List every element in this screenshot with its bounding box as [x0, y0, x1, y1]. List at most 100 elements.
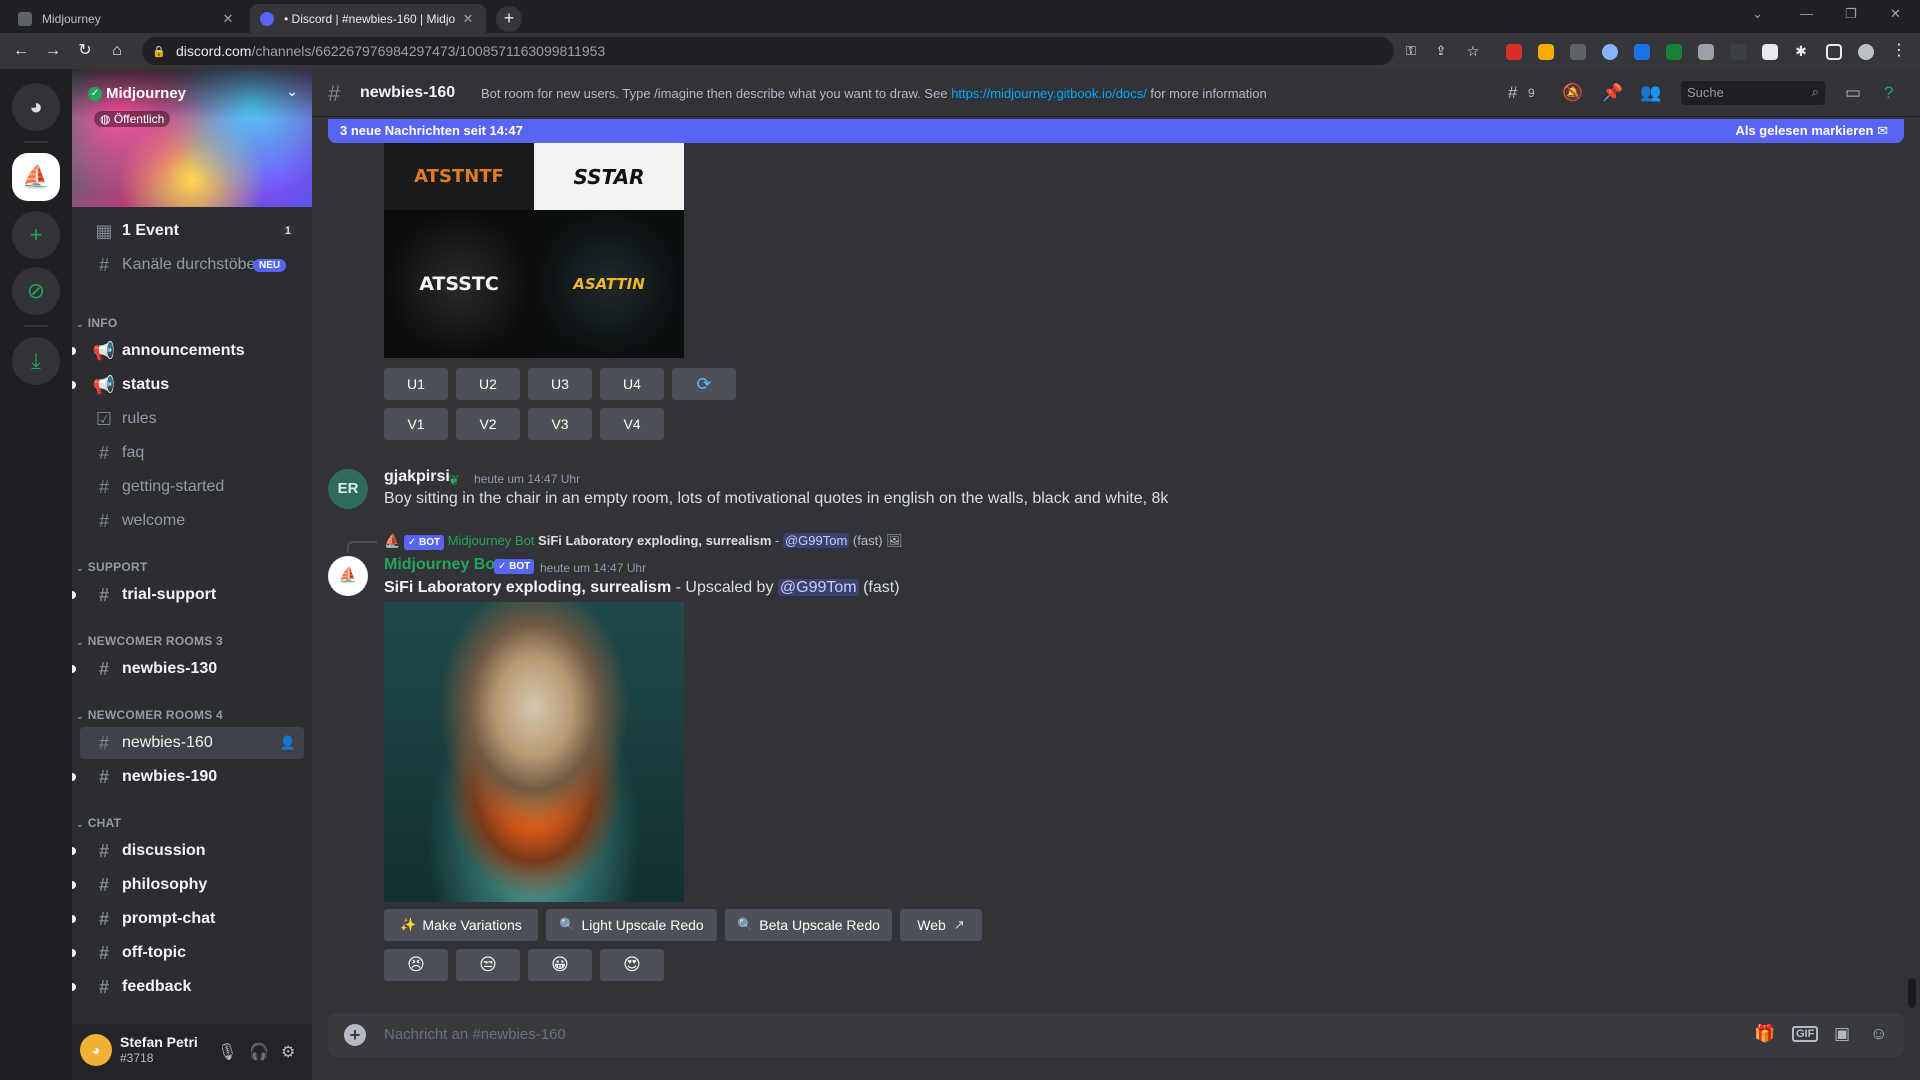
message-scrollbar[interactable] — [1908, 978, 1916, 1008]
sticker-icon[interactable]: ▣ — [1834, 1024, 1850, 1044]
extension-icon[interactable] — [1538, 44, 1554, 60]
category-info[interactable]: ⌄ INFO — [76, 316, 117, 330]
upscaled-image[interactable] — [384, 602, 684, 902]
create-invite-icon[interactable]: 👤 — [280, 735, 296, 751]
extension-icon[interactable] — [1602, 44, 1618, 60]
sidebar-item-trial-support[interactable]: # trial-support — [72, 579, 304, 611]
download-apps-icon[interactable]: ⤓ — [12, 337, 60, 385]
explore-servers-icon[interactable]: ⊘ — [12, 267, 60, 315]
key-icon[interactable]: ⚿ — [1400, 40, 1422, 62]
side-panel-icon[interactable] — [1826, 44, 1842, 60]
search-input[interactable]: Suche ⌕ — [1681, 81, 1825, 105]
sidebar-item-getting-started[interactable]: # getting-started — [80, 471, 304, 503]
variation-3-button[interactable]: V3 — [528, 408, 592, 440]
reaction-button[interactable]: 😣 — [384, 949, 448, 981]
discord-home-icon[interactable]: ◕ — [12, 83, 60, 131]
chevron-down-icon[interactable]: ⌄ — [286, 83, 298, 100]
extension-icon[interactable] — [1730, 44, 1746, 60]
notification-muted-icon[interactable]: 🔕 — [1562, 83, 1583, 103]
reaction-button[interactable]: 😍 — [600, 949, 664, 981]
sidebar-item-rules[interactable]: ☑ rules — [80, 403, 304, 435]
upload-plus-icon[interactable]: + — [344, 1024, 366, 1046]
add-server-icon[interactable]: + — [12, 211, 60, 259]
sidebar-item-discussion[interactable]: # discussion — [72, 835, 304, 867]
profile-avatar-icon[interactable] — [1858, 44, 1874, 60]
new-messages-bar[interactable]: 3 neue Nachrichten seit 14:47 Als gelese… — [328, 119, 1904, 143]
headphones-icon[interactable]: 🎧 — [249, 1042, 269, 1062]
download-extension-icon[interactable] — [1666, 44, 1682, 60]
close-tab-icon[interactable]: ✕ — [220, 11, 236, 27]
bookmark-star-icon[interactable]: ☆ — [1462, 40, 1484, 62]
user-name[interactable]: Stefan Petri — [120, 1034, 198, 1050]
adblock-extension-icon[interactable] — [1506, 44, 1522, 60]
server-banner[interactable]: ✓ Midjourney ⌄ ◍ Öffentlich — [72, 69, 312, 207]
category-newcomer-rooms-3[interactable]: ⌄ NEWCOMER ROOMS 3 — [76, 634, 223, 648]
browser-menu-icon[interactable]: ⋮ — [1888, 40, 1910, 62]
extension-icon[interactable] — [1634, 44, 1650, 60]
docs-link[interactable]: https://midjourney.gitbook.io/docs/ — [951, 86, 1147, 101]
home-icon[interactable]: ⌂ — [106, 40, 128, 62]
gear-icon[interactable]: ⚙ — [281, 1042, 295, 1062]
reroll-button[interactable]: ⟳ — [672, 368, 736, 400]
share-icon[interactable]: ⇪ — [1430, 40, 1452, 62]
category-support[interactable]: ⌄ SUPPORT — [76, 560, 147, 574]
mute-microphone-icon[interactable]: 🎙 — [217, 1042, 237, 1062]
sidebar-item-announcements[interactable]: 📢 announcements — [72, 335, 304, 367]
tab-search-icon[interactable]: ⌄ — [1752, 6, 1763, 22]
midjourney-server-icon[interactable]: ⛵ — [12, 153, 60, 201]
light-upscale-redo-button[interactable]: 🔍 Light Upscale Redo — [546, 909, 717, 941]
variation-1-button[interactable]: V1 — [384, 408, 448, 440]
category-newcomer-rooms-4[interactable]: ⌄ NEWCOMER ROOMS 4 — [76, 708, 223, 722]
upscale-2-button[interactable]: U2 — [456, 368, 520, 400]
sidebar-item-philosophy[interactable]: # philosophy — [72, 869, 304, 901]
sidebar-item-browse-channels[interactable]: # Kanäle durchstöbern NEU — [80, 249, 304, 281]
upscale-4-button[interactable]: U4 — [600, 368, 664, 400]
category-chat[interactable]: ⌄ CHAT — [76, 816, 121, 830]
gif-picker-icon[interactable]: GIF — [1792, 1026, 1819, 1042]
midjourney-bot-avatar[interactable]: ⛵ — [328, 556, 368, 596]
extensions-puzzle-icon[interactable]: ✱ — [1790, 40, 1812, 62]
help-icon[interactable]: ? — [1884, 83, 1893, 103]
sidebar-item-events[interactable]: ▦ 1 Event 1 — [80, 215, 304, 247]
member-list-icon[interactable]: 👥 — [1640, 83, 1661, 103]
sidebar-item-welcome[interactable]: # welcome — [80, 505, 304, 537]
message-author[interactable]: Midjourney Bot — [384, 556, 500, 574]
message-composer[interactable]: + Nachricht an #newbies-160 🎁 GIF ▣ ☺ — [328, 1013, 1904, 1057]
new-tab-button[interactable]: + — [496, 6, 522, 32]
restore-icon[interactable]: ❐ — [1845, 6, 1857, 22]
back-icon[interactable]: ← — [10, 40, 32, 62]
sidebar-item-newbies-190[interactable]: # newbies-190 — [72, 761, 304, 793]
server-name[interactable]: ✓ Midjourney — [88, 85, 186, 102]
sidebar-item-prompt-chat[interactable]: # prompt-chat — [72, 903, 304, 935]
sidebar-item-off-topic[interactable]: # off-topic — [72, 937, 304, 969]
variation-2-button[interactable]: V2 — [456, 408, 520, 440]
message-author[interactable]: gjakpirsi — [384, 468, 450, 486]
minimize-icon[interactable]: — — [1800, 6, 1813, 21]
mark-as-read-button[interactable]: Als gelesen markieren ✉ — [1735, 123, 1888, 139]
camera-extension-icon[interactable] — [1762, 44, 1778, 60]
address-bar[interactable]: 🔒 discord.com/channels/66226797698429747… — [142, 37, 1394, 65]
close-window-icon[interactable]: ✕ — [1890, 6, 1901, 22]
avatar[interactable]: ER — [328, 469, 368, 509]
reaction-button[interactable]: 😀 — [528, 949, 592, 981]
sidebar-item-newbies-160[interactable]: # newbies-160 👤 — [80, 727, 304, 759]
upscale-3-button[interactable]: U3 — [528, 368, 592, 400]
threads-icon[interactable]: # — [1508, 83, 1517, 103]
reload-icon[interactable]: ↻ — [74, 40, 96, 62]
inbox-icon[interactable]: ▭ — [1845, 83, 1861, 103]
extension-icon[interactable] — [1698, 44, 1714, 60]
sidebar-item-newbies-130[interactable]: # newbies-130 — [72, 653, 304, 685]
sidebar-item-faq[interactable]: # faq — [80, 437, 304, 469]
generated-image-grid[interactable]: ATSTNTF SSTAR ATSSTC ASATTIN — [384, 143, 684, 358]
emoji-picker-icon[interactable]: ☺ — [1870, 1024, 1887, 1044]
user-mention[interactable]: @G99Tom — [777, 579, 859, 596]
make-variations-button[interactable]: ✨ Make Variations — [384, 909, 538, 941]
upscale-1-button[interactable]: U1 — [384, 368, 448, 400]
message-input[interactable]: Nachricht an #newbies-160 — [384, 1026, 566, 1043]
extension-icon[interactable] — [1570, 44, 1586, 60]
browser-tab-midjourney[interactable]: Midjourney ✕ — [8, 4, 246, 33]
avatar[interactable]: ◕ — [80, 1034, 112, 1066]
pinned-messages-icon[interactable]: 📌 — [1602, 83, 1623, 103]
sidebar-item-feedback[interactable]: # feedback — [72, 971, 304, 1003]
forward-icon[interactable]: → — [42, 40, 64, 62]
